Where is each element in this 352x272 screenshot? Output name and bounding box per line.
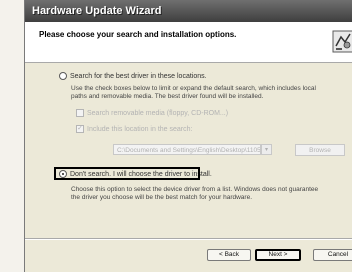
cancel-button[interactable]: Cancel	[313, 249, 352, 261]
dont-search-description-2: the driver you choose will be the best m…	[71, 194, 253, 201]
removable-media-checkbox[interactable]	[76, 109, 84, 117]
removable-media-option[interactable]: Search removable media (floppy, CD-ROM..…	[76, 109, 228, 117]
include-location-checkbox[interactable]: ✓	[76, 125, 84, 133]
browse-button[interactable]: Browse	[295, 144, 345, 156]
search-radio[interactable]	[59, 72, 67, 80]
next-button[interactable]: Next >	[255, 249, 301, 261]
header-title: Please choose your search and installati…	[39, 30, 237, 39]
back-button[interactable]: < Back	[207, 249, 251, 261]
search-description-1: Use the check boxes below to limit or ex…	[71, 85, 316, 92]
wizard-window: Hardware Update Wizard Please choose you…	[24, 0, 352, 272]
wizard-hardware-icon	[332, 30, 352, 53]
dont-search-description-1: Choose this option to select the device …	[71, 186, 319, 193]
search-option[interactable]: Search for the best driver in these loca…	[59, 72, 207, 80]
search-description-2: paths and removable media. The best driv…	[71, 93, 264, 100]
title-bar[interactable]: Hardware Update Wizard	[25, 0, 352, 22]
include-location-option[interactable]: ✓ Include this location in the search:	[76, 125, 192, 133]
search-option-label: Search for the best driver in these loca…	[70, 72, 207, 80]
footer-divider	[25, 238, 352, 240]
removable-media-label: Search removable media (floppy, CD-ROM..…	[87, 109, 229, 117]
location-path-input[interactable]: C:\Documents and Settings\English\Deskto…	[113, 144, 261, 155]
chevron-down-icon[interactable]: ▾	[261, 144, 272, 155]
wizard-content: Search for the best driver in these loca…	[25, 63, 352, 272]
dont-search-highlight-box	[54, 167, 200, 180]
window-title: Hardware Update Wizard	[32, 5, 162, 17]
wizard-header: Please choose your search and installati…	[25, 22, 352, 63]
include-location-label: Include this location in the search:	[87, 125, 193, 133]
